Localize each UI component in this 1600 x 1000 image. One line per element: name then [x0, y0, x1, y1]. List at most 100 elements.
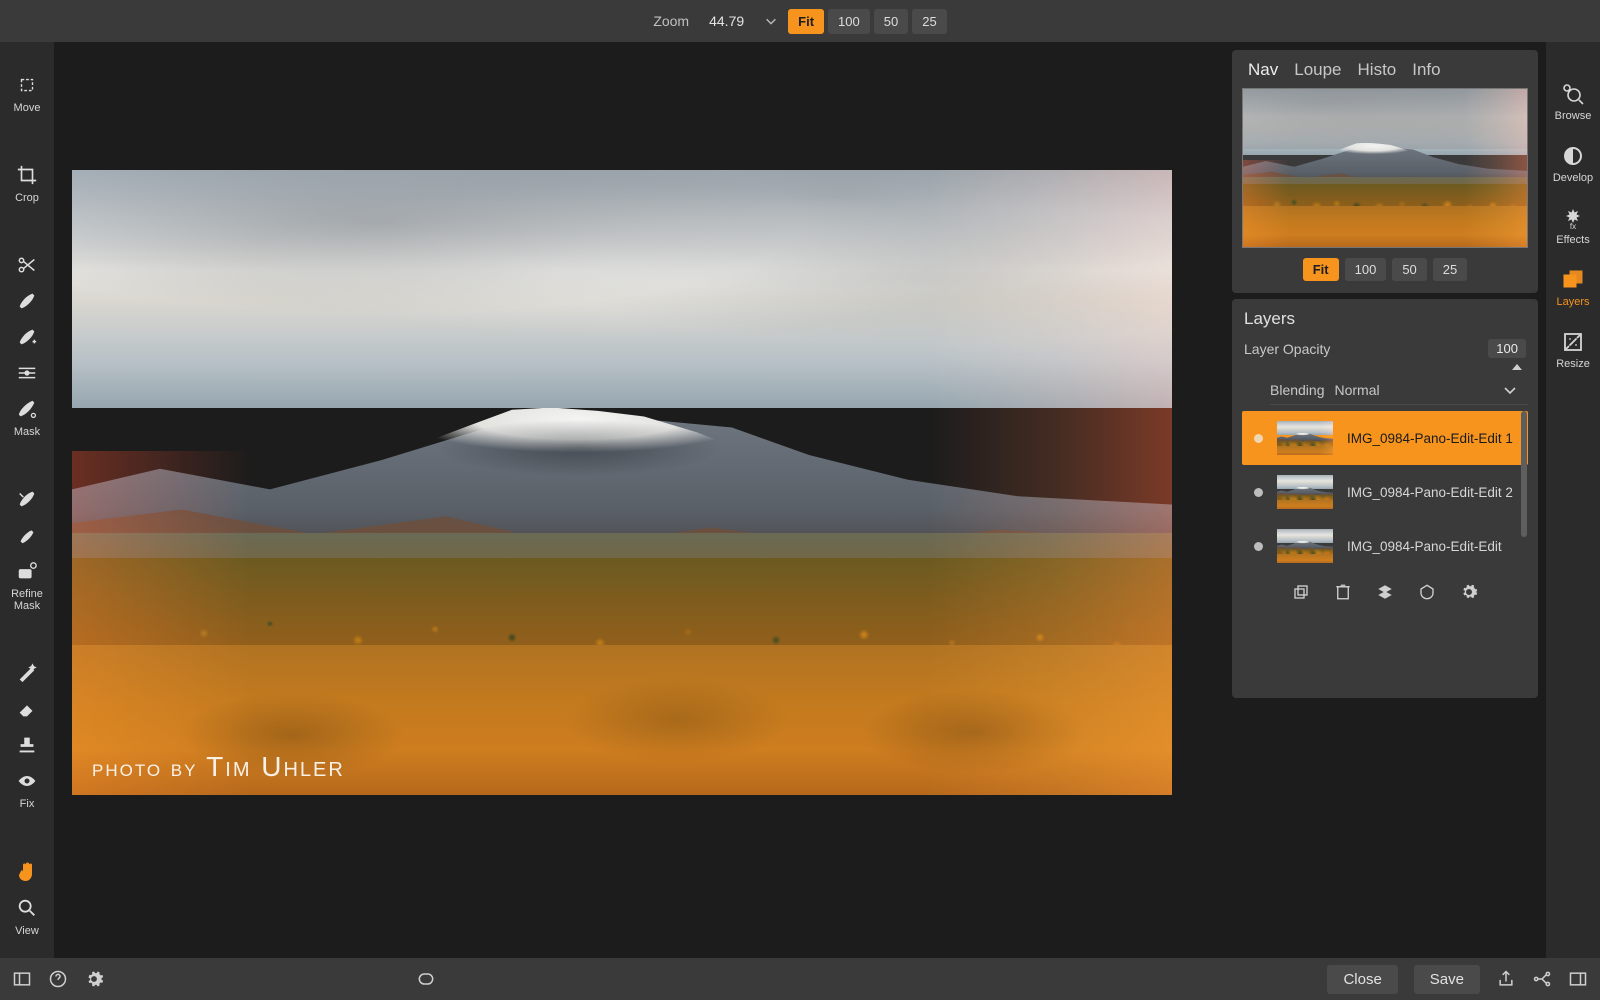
- mask-brush-icon: [14, 396, 40, 422]
- eraser-tool[interactable]: [14, 696, 40, 722]
- eye-icon: [14, 768, 40, 794]
- right-mode-sidebar: Browse Develop fx Effects Layers Resize: [1546, 42, 1600, 958]
- zoom-50-button[interactable]: 50: [874, 9, 908, 34]
- mode-resize[interactable]: Resize: [1556, 330, 1590, 370]
- nav-zoom-25[interactable]: 25: [1433, 258, 1467, 281]
- navigator-zoom-buttons: Fit 100 50 25: [1242, 258, 1528, 281]
- opacity-row: Layer Opacity 100: [1242, 337, 1528, 360]
- layer-scrollbar[interactable]: [1520, 411, 1528, 573]
- layer-list: IMG_0984-Pano-Edit-Edit 1 IMG_0984-Pano-…: [1242, 411, 1528, 573]
- wand-icon: [14, 660, 40, 686]
- adjust-brush-1-tool[interactable]: [14, 288, 40, 314]
- photo-credit: photo by Tim Uhler: [92, 751, 345, 783]
- scissors-icon: [14, 252, 40, 278]
- layer-item[interactable]: IMG_0984-Pano-Edit-Edit 2: [1242, 465, 1528, 519]
- wand-tool[interactable]: [14, 660, 40, 686]
- heal-icon: [14, 486, 40, 512]
- photo[interactable]: photo by Tim Uhler: [72, 170, 1172, 795]
- stamp-icon: [14, 732, 40, 758]
- mode-layers[interactable]: Layers: [1556, 268, 1589, 308]
- credit-prefix: photo by: [92, 755, 206, 782]
- mode-browse-label: Browse: [1555, 110, 1592, 122]
- brush-3-tool[interactable]: [14, 522, 40, 548]
- move-tool[interactable]: Move: [14, 72, 41, 114]
- layer-item[interactable]: IMG_0984-Pano-Edit-Edit 1: [1242, 411, 1528, 465]
- canvas-area: photo by Tim Uhler Nav Loupe Histo Info …: [54, 42, 1546, 958]
- hand-icon: [14, 859, 40, 885]
- mask-label: Mask: [14, 426, 40, 438]
- layer-visibility-icon[interactable]: [1254, 542, 1263, 551]
- refine-label: Refine Mask: [11, 588, 43, 612]
- branch-icon[interactable]: [1532, 969, 1552, 989]
- mode-resize-label: Resize: [1556, 358, 1590, 370]
- refine-icon: [14, 558, 40, 584]
- heal-brush-tool[interactable]: [14, 486, 40, 512]
- tab-histo[interactable]: Histo: [1358, 60, 1397, 80]
- crop-tool[interactable]: Crop: [14, 162, 40, 204]
- tab-info[interactable]: Info: [1412, 60, 1440, 80]
- share-icon[interactable]: [1496, 969, 1516, 989]
- adjust-brush-2-tool[interactable]: [14, 324, 40, 350]
- refine-mask-tool[interactable]: Refine Mask: [11, 558, 43, 612]
- scissors-tool[interactable]: [14, 252, 40, 278]
- chevron-down-icon[interactable]: [764, 14, 778, 28]
- fix-tool[interactable]: Fix: [14, 768, 40, 810]
- close-button[interactable]: Close: [1327, 965, 1397, 994]
- layer-name: IMG_0984-Pano-Edit-Edit 2: [1347, 485, 1513, 500]
- mode-develop-label: Develop: [1553, 172, 1593, 184]
- panel-right-icon[interactable]: [1568, 969, 1588, 989]
- help-icon[interactable]: [48, 969, 68, 989]
- stamp-tool[interactable]: [14, 732, 40, 758]
- merge-layers-icon[interactable]: [1376, 583, 1394, 601]
- zoom-fit-button[interactable]: Fit: [788, 9, 824, 34]
- gradient-icon: [14, 360, 40, 386]
- layer-item[interactable]: IMG_0984-Pano-Edit-Edit: [1242, 519, 1528, 573]
- mode-browse[interactable]: Browse: [1555, 82, 1592, 122]
- view-tool[interactable]: View: [14, 895, 40, 937]
- mode-layers-label: Layers: [1556, 296, 1589, 308]
- brush-icon: [14, 288, 40, 314]
- nav-zoom-fit[interactable]: Fit: [1303, 258, 1339, 281]
- credit-name: Tim Uhler: [206, 751, 345, 782]
- eraser-icon: [14, 696, 40, 722]
- gear-icon[interactable]: [1460, 583, 1478, 601]
- mask-tool[interactable]: Mask: [14, 396, 40, 438]
- zoom-25-button[interactable]: 25: [912, 9, 946, 34]
- settings-icon[interactable]: [84, 969, 104, 989]
- save-button[interactable]: Save: [1414, 965, 1480, 994]
- search-icon: [14, 895, 40, 921]
- zoom-label: Zoom: [653, 13, 689, 29]
- panel-toggle-icon[interactable]: [12, 969, 32, 989]
- brush-alt-icon: [14, 522, 40, 548]
- navigator-panel: Nav Loupe Histo Info Fit 100 50 25: [1232, 50, 1538, 293]
- view-label: View: [15, 925, 39, 937]
- blending-row[interactable]: Blending Normal: [1270, 376, 1528, 405]
- nav-zoom-50[interactable]: 50: [1392, 258, 1426, 281]
- zoom-value[interactable]: 44.79: [699, 10, 754, 32]
- hand-tool[interactable]: [14, 859, 40, 885]
- nav-zoom-100[interactable]: 100: [1345, 258, 1387, 281]
- collapse-toggle[interactable]: [1242, 360, 1528, 372]
- softproof-icon[interactable]: [416, 969, 436, 989]
- zoom-100-button[interactable]: 100: [828, 9, 870, 34]
- mask-layer-icon[interactable]: [1418, 583, 1436, 601]
- canvas-viewport[interactable]: photo by Tim Uhler: [54, 42, 1184, 958]
- gradient-tool[interactable]: [14, 360, 40, 386]
- delete-layer-icon[interactable]: [1334, 583, 1352, 601]
- layer-action-row: [1242, 573, 1528, 603]
- fix-label: Fix: [20, 798, 35, 810]
- navigator-thumbnail[interactable]: [1242, 88, 1528, 248]
- tab-nav[interactable]: Nav: [1248, 60, 1278, 80]
- layer-visibility-icon[interactable]: [1254, 488, 1263, 497]
- mode-effects[interactable]: fx Effects: [1556, 206, 1589, 246]
- layer-thumbnail: [1277, 529, 1333, 563]
- tab-loupe[interactable]: Loupe: [1294, 60, 1341, 80]
- duplicate-layer-icon[interactable]: [1292, 583, 1310, 601]
- mode-effects-label: Effects: [1556, 234, 1589, 246]
- opacity-value[interactable]: 100: [1488, 339, 1526, 358]
- layers-title: Layers: [1242, 307, 1528, 337]
- mode-develop[interactable]: Develop: [1553, 144, 1593, 184]
- zoom-presets: Fit 100 50 25: [788, 9, 947, 34]
- layer-visibility-icon[interactable]: [1254, 434, 1263, 443]
- layers-panel: Layers Layer Opacity 100 Blending Normal…: [1232, 299, 1538, 698]
